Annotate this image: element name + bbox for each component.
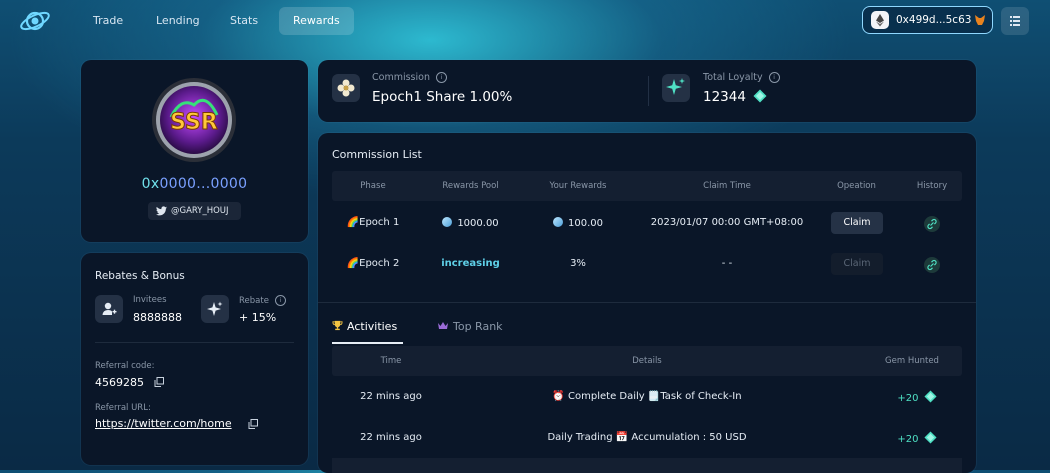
activity-row2-time: 22 mins ago bbox=[360, 432, 422, 443]
tab-rewards[interactable]: Rewards bbox=[279, 7, 354, 35]
planet-logo-icon[interactable] bbox=[18, 6, 52, 36]
twitter-handle[interactable]: @GARY_HOUJ bbox=[148, 202, 241, 220]
copy-url-icon[interactable] bbox=[248, 419, 258, 429]
profile-card: SSR 0x0000...0000 @GARY_HOUJ bbox=[81, 60, 308, 242]
crown-icon bbox=[438, 322, 448, 329]
tab-top-rank[interactable]: Top Rank bbox=[437, 320, 503, 333]
col-gem-hunted: Gem Hunted bbox=[885, 356, 939, 366]
col-operation: Opeation bbox=[837, 181, 876, 191]
link-icon bbox=[927, 259, 937, 271]
vertical-divider bbox=[648, 76, 649, 106]
coin-icon bbox=[553, 217, 563, 227]
invitees-icon-box bbox=[95, 295, 123, 323]
rebate-label: Rebate i bbox=[239, 295, 286, 306]
profile-address: 0x0000...0000 bbox=[141, 176, 248, 192]
col-history: History bbox=[916, 181, 948, 191]
row2-claim-time: - - bbox=[721, 258, 733, 269]
ethereum-icon bbox=[871, 11, 889, 29]
gem-icon bbox=[753, 89, 767, 103]
row1-rewards: 100.00 bbox=[528, 217, 628, 229]
col-your-rewards: Your Rewards bbox=[549, 181, 607, 191]
wallet-address: 0x499d...5c63 bbox=[896, 14, 972, 26]
col-details: Details bbox=[632, 356, 662, 366]
row2-rewards: 3% bbox=[570, 258, 586, 269]
col-claim-time: Claim Time bbox=[703, 181, 751, 191]
rebates-title: Rebates & Bonus bbox=[95, 270, 185, 282]
row1-claim-time: 2023/01/07 00:00 GMT+08:00 bbox=[650, 217, 804, 228]
commission-label: Commission i bbox=[372, 72, 447, 83]
referral-url-label: Referral URL: bbox=[95, 403, 151, 413]
svg-text:SSR: SSR bbox=[170, 110, 218, 135]
claim-button[interactable]: Claim bbox=[831, 212, 883, 234]
twitter-icon bbox=[156, 206, 167, 216]
col-time: Time bbox=[380, 356, 402, 366]
history-link-button[interactable] bbox=[924, 257, 940, 273]
activity-row2-details: Daily Trading 📅 Accumulation : 50 USD bbox=[547, 432, 747, 443]
coin-icon bbox=[442, 217, 453, 227]
loyalty-value: 12344 bbox=[703, 89, 767, 105]
loyalty-icon-box bbox=[662, 74, 690, 102]
activity-row1-time: 22 mins ago bbox=[360, 391, 422, 402]
activity-row1-details: ⏰ Complete Daily 🗒️Task of Check-In bbox=[552, 391, 742, 402]
top-nav: Trade Lending Stats Rewards 0x499d...5c6… bbox=[0, 0, 1050, 42]
row2-phase: 🌈Epoch 2 bbox=[346, 258, 400, 269]
link-icon bbox=[927, 218, 937, 230]
commission-table-header: Phase Rewards Pool Your Rewards Claim Ti… bbox=[332, 171, 962, 201]
history-link-button[interactable] bbox=[924, 216, 940, 232]
activities-table-header: Time Details Gem Hunted bbox=[332, 346, 962, 376]
ssr-badge-avatar: SSR bbox=[152, 78, 236, 162]
commission-list-card: Commission List Phase Rewards Pool Your … bbox=[318, 133, 976, 473]
metamask-fox-icon bbox=[975, 15, 985, 25]
sparkle-teal-icon bbox=[666, 78, 685, 95]
copy-icon[interactable] bbox=[154, 377, 164, 387]
gem-icon bbox=[924, 431, 937, 444]
invitees-label: Invitees bbox=[133, 295, 167, 305]
active-tab-underline bbox=[332, 342, 403, 344]
col-rewards-pool: Rewards Pool bbox=[442, 181, 499, 191]
menu-list-button[interactable] bbox=[1001, 7, 1029, 35]
trophy-icon bbox=[332, 320, 343, 331]
activity-row2-gems: +20 bbox=[882, 431, 952, 445]
row2-pool: increasing bbox=[441, 258, 500, 269]
table-footer-strip bbox=[332, 458, 962, 473]
sparkle-icon bbox=[207, 301, 223, 316]
row1-phase: 🌈Epoch 1 bbox=[346, 217, 400, 228]
referral-code-label: Referral code: bbox=[95, 361, 155, 371]
info-icon[interactable]: i bbox=[274, 295, 286, 306]
invitees-value: 8888888 bbox=[133, 311, 182, 324]
referral-url-link[interactable]: https://twitter.com/home bbox=[95, 417, 232, 430]
tab-activities[interactable]: Activities bbox=[332, 320, 397, 333]
rebate-value: + 15% bbox=[239, 311, 277, 324]
tab-stats[interactable]: Stats bbox=[216, 7, 272, 35]
loyalty-info-icon[interactable]: i bbox=[768, 72, 780, 83]
row1-pool: 1000.00 bbox=[422, 217, 519, 229]
flower-icon bbox=[337, 79, 355, 97]
tab-trade[interactable]: Trade bbox=[79, 7, 137, 35]
gem-icon bbox=[924, 390, 937, 403]
summary-card: Commission i Epoch1 Share 1.00% Total Loy… bbox=[318, 60, 976, 122]
rebate-icon-box bbox=[201, 295, 229, 323]
col-phase: Phase bbox=[360, 181, 386, 191]
commission-value: Epoch1 Share 1.00% bbox=[372, 89, 513, 105]
list-icon bbox=[1010, 16, 1020, 26]
rebates-card: Rebates & Bonus Invitees 8888888 Rebate i… bbox=[81, 253, 308, 465]
activity-row1-gems: +20 bbox=[882, 390, 952, 404]
claim-button-disabled[interactable]: Claim bbox=[831, 253, 883, 275]
commission-icon-box bbox=[332, 74, 360, 102]
wallet-button[interactable]: 0x499d...5c63 bbox=[862, 6, 993, 34]
tab-lending[interactable]: Lending bbox=[142, 7, 214, 35]
user-add-icon bbox=[102, 302, 117, 315]
loyalty-label: Total Loyalty i bbox=[703, 72, 780, 83]
referral-code-value: 4569285 bbox=[95, 376, 144, 389]
commission-info-icon[interactable]: i bbox=[435, 72, 447, 83]
section-divider bbox=[318, 302, 976, 303]
commission-list-title: Commission List bbox=[332, 148, 422, 161]
divider bbox=[95, 342, 294, 343]
